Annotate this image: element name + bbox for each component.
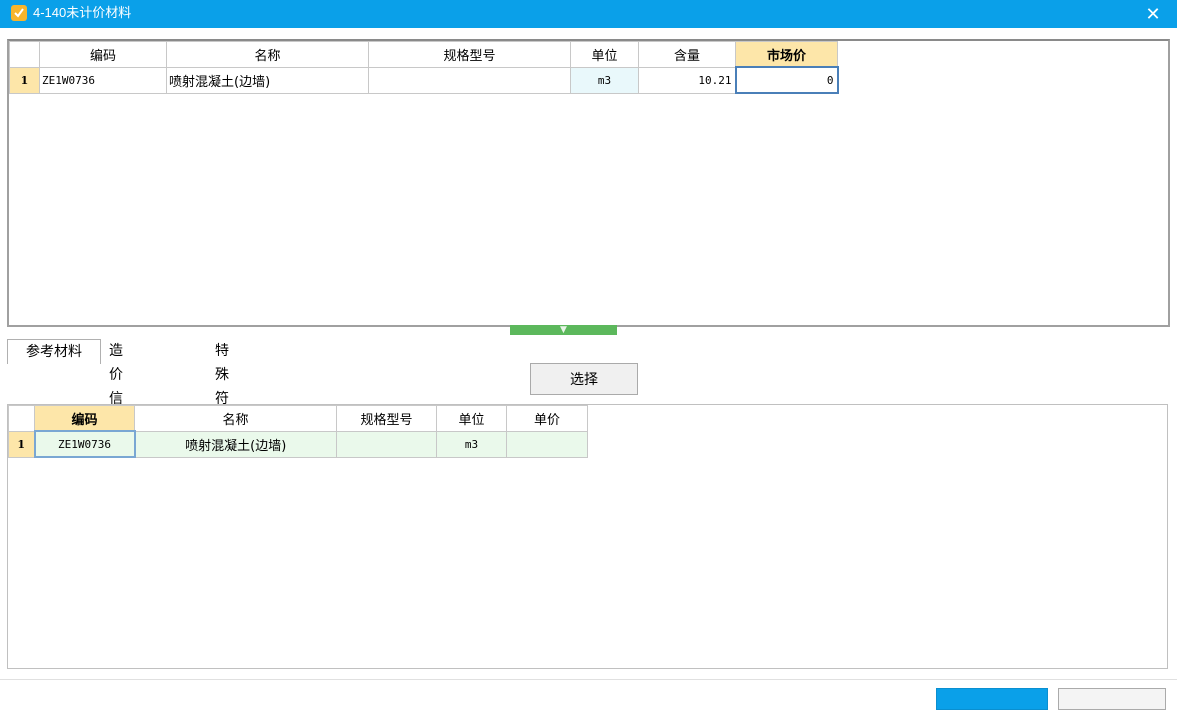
cell-content[interactable]: 10.21 xyxy=(638,66,736,94)
cell-market-price[interactable]: 0 xyxy=(734,66,839,94)
col-header-name[interactable]: 名称 xyxy=(166,41,369,68)
cell-price[interactable] xyxy=(506,430,588,458)
col-header-name[interactable]: 名称 xyxy=(134,405,337,432)
unpriced-material-grid[interactable]: 编码 名称 规格型号 单位 含量 市场价 1 ZE1W0736 喷射混凝土(边墙… xyxy=(7,39,1170,327)
close-button[interactable]: ✕ xyxy=(1129,0,1177,28)
col-header-market-price[interactable]: 市场价 xyxy=(735,41,838,68)
cell-name[interactable]: 喷射混凝土(边墙) xyxy=(134,430,337,458)
col-header-content[interactable]: 含量 xyxy=(638,41,736,68)
table-row[interactable]: 1 ZE1W0736 喷射混凝土(边墙) m3 10.21 0 xyxy=(9,66,839,94)
reference-material-table: 编码 名称 规格型号 单位 单价 1 ZE1W0736 喷射混凝土(边墙) m3 xyxy=(8,405,588,458)
col-header-price[interactable]: 单价 xyxy=(506,405,588,432)
row-number: 1 xyxy=(8,430,35,458)
col-header-unit[interactable]: 单位 xyxy=(570,41,639,68)
select-button[interactable]: 选择 xyxy=(530,363,638,395)
cell-name[interactable]: 喷射混凝土(边墙) xyxy=(166,66,369,94)
chevron-down-icon: ▼ xyxy=(560,325,567,335)
tab-special-symbols[interactable]: 特殊符号 xyxy=(213,339,231,431)
footer-divider xyxy=(0,679,1177,680)
col-header-unit[interactable]: 单位 xyxy=(436,405,507,432)
cancel-button[interactable] xyxy=(1058,688,1166,710)
col-header-spec[interactable]: 规格型号 xyxy=(368,41,571,68)
col-header-spec[interactable]: 规格型号 xyxy=(336,405,437,432)
col-header-code[interactable]: 编码 xyxy=(39,41,167,68)
cell-code[interactable]: ZE1W0736 xyxy=(33,430,136,458)
table-row[interactable]: 1 ZE1W0736 喷射混凝土(边墙) m3 xyxy=(8,430,588,458)
app-logo-icon xyxy=(11,5,27,21)
cell-spec[interactable] xyxy=(368,66,571,94)
window-title: 4-140未计价材料 xyxy=(33,5,132,20)
title-bar: 4-140未计价材料 ✕ xyxy=(0,0,1177,28)
row-number: 1 xyxy=(9,66,40,94)
ok-button[interactable] xyxy=(936,688,1048,710)
panel-splitter[interactable]: ▼ xyxy=(510,325,617,335)
close-icon: ✕ xyxy=(1145,3,1161,25)
col-header-code[interactable]: 编码 xyxy=(34,405,135,432)
cell-spec[interactable] xyxy=(336,430,437,458)
cell-unit[interactable]: m3 xyxy=(436,430,507,458)
cell-unit[interactable]: m3 xyxy=(570,66,639,94)
tab-reference-materials[interactable]: 参考材料 xyxy=(7,339,101,364)
corner-header xyxy=(8,405,35,432)
table-header-row: 编码 名称 规格型号 单位 含量 市场价 xyxy=(9,41,838,68)
cell-code[interactable]: ZE1W0736 xyxy=(39,66,167,94)
corner-header xyxy=(9,41,40,68)
tab-price-info-library[interactable]: 造价信息库 xyxy=(107,339,125,455)
unpriced-material-table: 编码 名称 规格型号 单位 含量 市场价 1 ZE1W0736 喷射混凝土(边墙… xyxy=(9,41,839,94)
reference-material-grid[interactable]: 编码 名称 规格型号 单位 单价 1 ZE1W0736 喷射混凝土(边墙) m3 xyxy=(7,404,1168,669)
table-header-row: 编码 名称 规格型号 单位 单价 xyxy=(8,405,588,432)
